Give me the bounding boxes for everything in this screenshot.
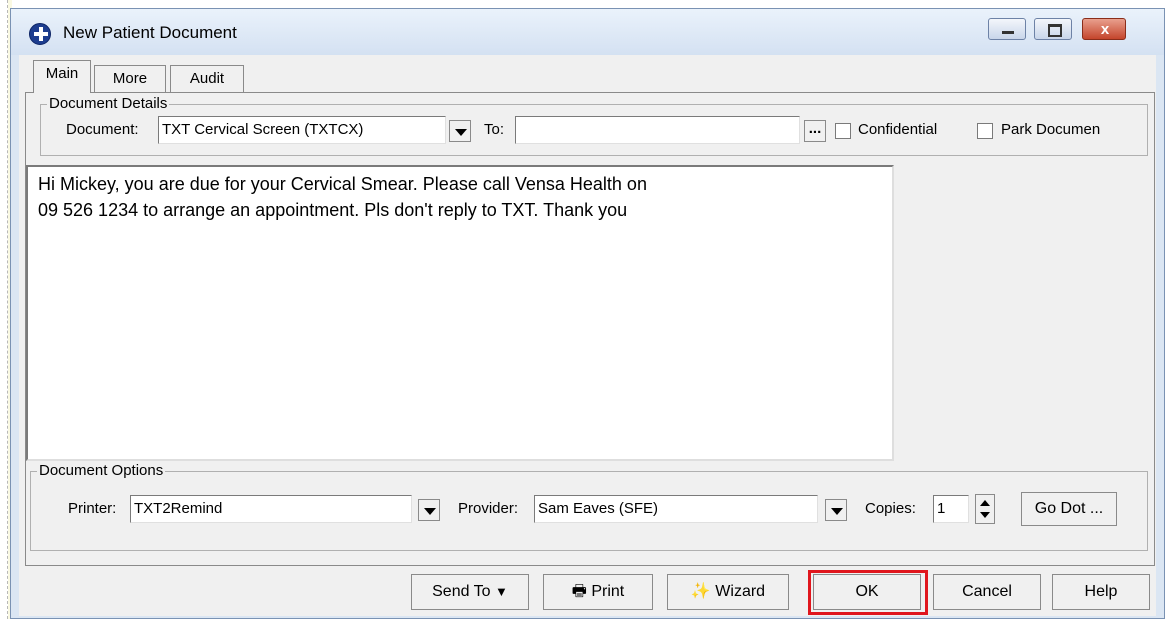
copies-input[interactable]: 1 <box>933 495 969 523</box>
to-input[interactable] <box>515 116 800 144</box>
go-dot-button[interactable]: Go Dot ... <box>1021 492 1117 526</box>
window-title: New Patient Document <box>63 23 237 42</box>
print-label: Print <box>591 583 625 600</box>
help-button[interactable]: Help <box>1052 574 1150 610</box>
send-to-button[interactable]: Send To ▼ <box>411 574 529 610</box>
provider-select[interactable]: Sam Eaves (SFE) <box>534 495 818 523</box>
document-label: Document: <box>66 121 139 138</box>
document-dropdown-button[interactable] <box>449 120 471 142</box>
provider-dropdown-button[interactable] <box>825 499 847 521</box>
printer-select[interactable]: TXT2Remind <box>130 495 412 523</box>
confidential-checkbox[interactable] <box>835 123 851 139</box>
wizard-label: Wizard <box>715 583 766 600</box>
park-document-checkbox[interactable] <box>977 123 993 139</box>
copies-label: Copies: <box>865 500 916 517</box>
printer-label: Printer: <box>68 500 117 517</box>
maximize-button[interactable] <box>1034 18 1072 40</box>
caret-down-icon: ▼ <box>495 584 508 599</box>
park-document-label: Park Documen <box>1001 121 1101 138</box>
wizard-button[interactable]: ✨ Wizard <box>667 574 789 610</box>
tab-more[interactable]: More <box>94 65 166 93</box>
button-bar: Send To ▼ 🖶 Print ✨ Wizard OK Cancel Hel… <box>19 568 1156 616</box>
arrow-up-icon <box>980 500 990 506</box>
tab-main[interactable]: Main <box>33 60 91 93</box>
minimize-icon <box>1002 31 1014 34</box>
chevron-down-icon <box>831 508 843 515</box>
arrow-down-icon <box>980 512 990 518</box>
title-bar: New Patient Document x <box>11 9 1164 55</box>
document-options-title: Document Options <box>37 462 166 479</box>
tab-audit[interactable]: Audit <box>170 65 244 93</box>
message-line-2: 09 526 1234 to arrange an appointment. P… <box>38 200 628 220</box>
wand-icon: ✨ <box>690 583 711 600</box>
print-button[interactable]: 🖶 Print <box>543 574 653 610</box>
maximize-icon <box>1048 24 1062 37</box>
dialog-content: Main More Audit Document Details Documen… <box>19 55 1156 616</box>
send-to-label: Send To <box>432 583 491 600</box>
message-line-1: Hi Mickey, you are due for your Cervical… <box>38 174 647 194</box>
close-icon: x <box>1100 21 1110 38</box>
message-textarea[interactable]: Hi Mickey, you are due for your Cervical… <box>26 165 894 461</box>
to-label: To: <box>484 121 505 138</box>
background-edge <box>0 0 8 619</box>
confidential-label: Confidential <box>858 121 938 138</box>
medical-cross-icon <box>29 23 51 45</box>
tab-panel-main: Document Details Document: TXT Cervical … <box>25 92 1155 566</box>
provider-label: Provider: <box>458 500 519 517</box>
to-browse-button[interactable]: ... <box>804 120 826 142</box>
printer-dropdown-button[interactable] <box>418 499 440 521</box>
chevron-down-icon <box>424 508 436 515</box>
minimize-button[interactable] <box>988 18 1026 40</box>
ok-highlight-box <box>808 570 928 615</box>
chevron-down-icon <box>455 129 467 136</box>
printer-icon: 🖶 <box>571 583 587 600</box>
dialog-window: New Patient Document x Main More Audit D… <box>10 8 1165 619</box>
document-select[interactable]: TXT Cervical Screen (TXTCX) <box>158 116 446 144</box>
document-details-title: Document Details <box>47 95 170 112</box>
copies-stepper[interactable] <box>975 494 995 524</box>
close-button[interactable]: x <box>1082 18 1126 40</box>
cancel-button[interactable]: Cancel <box>933 574 1041 610</box>
